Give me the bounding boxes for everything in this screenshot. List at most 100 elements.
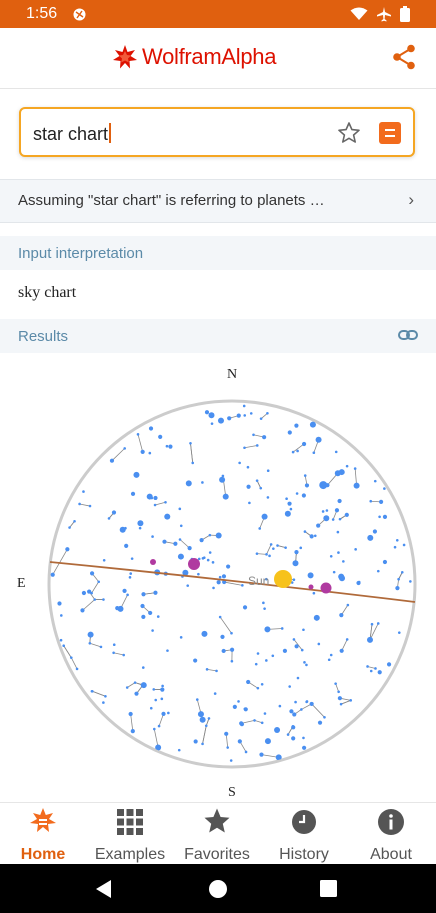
star-point xyxy=(284,510,291,517)
star-point xyxy=(152,727,156,731)
star-point xyxy=(177,748,181,752)
star-point xyxy=(197,572,200,576)
star-point xyxy=(292,560,299,567)
star-point xyxy=(378,515,381,519)
search-query-text: star chart xyxy=(33,124,109,144)
star-point xyxy=(221,574,227,579)
search-input[interactable]: star chart xyxy=(19,107,415,157)
recents-icon[interactable] xyxy=(320,880,337,902)
wolfram-spikey-icon xyxy=(113,45,137,69)
star-point xyxy=(303,474,307,477)
star-point xyxy=(128,576,132,579)
star-point xyxy=(219,476,226,483)
star-point xyxy=(134,691,139,696)
star-point xyxy=(309,701,314,707)
star-point xyxy=(193,658,198,663)
star-point xyxy=(316,523,321,528)
star-point xyxy=(186,584,190,587)
star-point xyxy=(124,526,127,530)
star-point xyxy=(262,435,267,440)
star-point xyxy=(246,484,251,489)
star-point xyxy=(133,681,137,684)
star-point xyxy=(329,555,333,558)
star-point xyxy=(88,641,92,645)
star-point xyxy=(244,750,248,754)
star-point xyxy=(287,430,292,435)
star-point xyxy=(370,622,374,626)
star-point xyxy=(197,557,201,561)
star-point xyxy=(263,712,267,715)
star-point xyxy=(125,686,129,689)
input-interpretation-value: sky chart xyxy=(18,284,77,301)
star-point xyxy=(222,493,229,500)
star-point xyxy=(191,461,195,465)
star-point xyxy=(285,497,288,501)
star-point xyxy=(82,490,85,493)
bottom-nav: Home Examples Favorites History About xyxy=(0,802,436,865)
star-icon xyxy=(204,808,230,833)
star-point xyxy=(148,451,152,455)
star-point xyxy=(345,464,349,468)
nav-history[interactable]: History xyxy=(261,807,347,864)
star-point xyxy=(337,696,342,701)
home-circle-icon[interactable] xyxy=(208,879,228,904)
star-point xyxy=(303,530,307,533)
star-point xyxy=(201,481,204,484)
star-point xyxy=(129,572,133,575)
star-point xyxy=(395,586,400,591)
home-icon xyxy=(30,808,56,832)
star-point xyxy=(393,545,397,549)
star-point xyxy=(115,605,120,611)
star-point xyxy=(102,598,105,601)
star-point xyxy=(241,584,244,587)
star-point xyxy=(173,541,178,546)
input-interpretation-header: Input interpretation xyxy=(0,236,436,270)
star-point xyxy=(337,690,340,694)
star-point xyxy=(50,572,55,577)
star-point xyxy=(220,634,225,639)
star-chart: N E S Sun xyxy=(0,352,436,802)
star-point xyxy=(69,656,73,659)
nav-favorites[interactable]: Favorites xyxy=(174,807,260,864)
search-query[interactable]: star chart xyxy=(33,123,112,145)
star-point xyxy=(395,539,399,542)
star-point xyxy=(376,569,380,573)
star-point xyxy=(305,663,308,667)
star-point xyxy=(264,626,271,633)
clock-icon xyxy=(292,810,316,834)
nav-examples-label: Examples xyxy=(94,846,166,863)
star-point xyxy=(268,554,271,558)
wifi-icon xyxy=(350,7,368,26)
star-point xyxy=(224,731,229,736)
star-point xyxy=(367,534,374,541)
link-icon[interactable] xyxy=(398,328,418,347)
nav-examples[interactable]: Examples xyxy=(87,807,173,864)
star-point xyxy=(309,421,316,428)
airplane-icon xyxy=(376,6,392,27)
star-point xyxy=(263,607,266,610)
star-point xyxy=(229,647,235,652)
star-point xyxy=(160,687,165,692)
star-point xyxy=(302,745,307,750)
share-icon[interactable] xyxy=(392,44,416,75)
favorite-star-icon[interactable] xyxy=(337,121,361,150)
assumption-row[interactable]: Assuming "star chart" is referring to pl… xyxy=(0,179,436,223)
sky-chart-svg: Sun xyxy=(47,399,417,769)
star-point xyxy=(137,520,144,527)
star-point xyxy=(280,627,284,630)
star-point xyxy=(218,575,222,579)
star-point xyxy=(156,615,160,618)
nav-about[interactable]: About xyxy=(348,807,434,864)
star-point xyxy=(337,498,342,504)
star-point xyxy=(151,535,154,538)
star-point xyxy=(141,592,146,597)
star-point xyxy=(292,578,296,582)
star-point xyxy=(269,543,273,546)
compute-button[interactable] xyxy=(379,122,401,144)
back-icon[interactable] xyxy=(96,880,112,903)
star-point xyxy=(303,661,306,664)
nav-home[interactable]: Home xyxy=(0,807,86,864)
star-point xyxy=(376,622,380,625)
results-header: Results xyxy=(0,319,436,353)
star-point xyxy=(202,556,206,560)
